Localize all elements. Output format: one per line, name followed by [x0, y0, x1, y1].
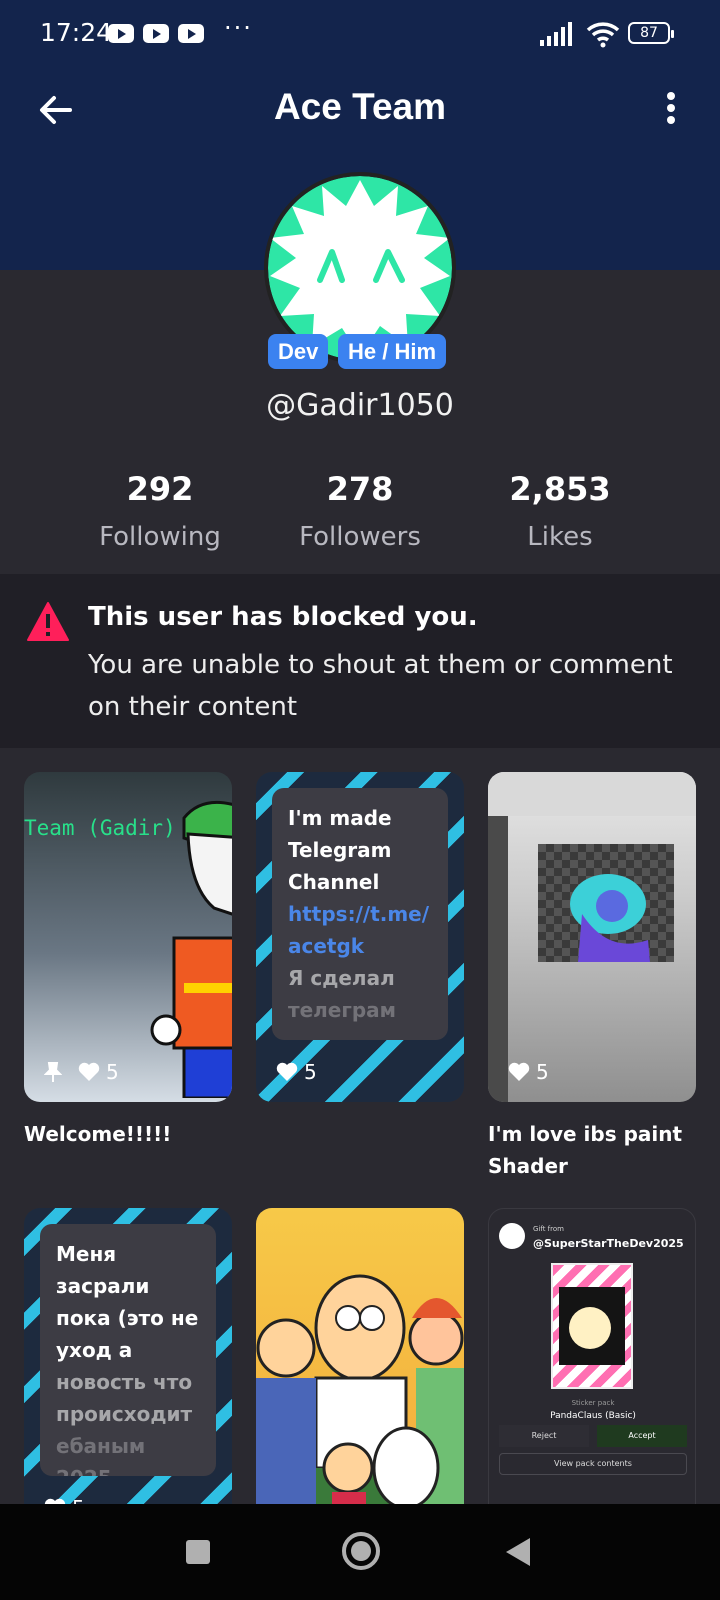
- shout-line: пока (это не: [56, 1306, 199, 1330]
- youtube-notification-icon: [178, 24, 204, 43]
- post-tile-shout[interactable]: Меня засрали пока (это не уход а новость…: [24, 1208, 232, 1538]
- post-likes: 5: [276, 1060, 317, 1084]
- pin-icon: [44, 1062, 62, 1082]
- sticker-pack-label: Sticker pack: [571, 1399, 615, 1407]
- avatar-image: [268, 176, 452, 360]
- shout-line: происходит: [56, 1402, 193, 1426]
- warning-icon: [27, 602, 69, 641]
- shout-line: уход а: [56, 1338, 133, 1362]
- post-tile-cartoon[interactable]: [256, 1208, 464, 1538]
- dev-badge: Dev: [268, 334, 329, 369]
- signal-icon: [540, 22, 572, 46]
- shout-line: Меня: [56, 1242, 117, 1266]
- post-likes: 5: [44, 1060, 119, 1084]
- reject-button[interactable]: Reject: [499, 1425, 589, 1447]
- like-count: 5: [304, 1060, 317, 1084]
- character-illustration: [150, 800, 232, 1098]
- gift-sender-name: @SuperStarTheDev2025: [533, 1237, 684, 1250]
- status-time: 17:24: [40, 18, 113, 47]
- shaded-character: [570, 874, 650, 962]
- page-title: Ace Team: [273, 86, 447, 127]
- likes-stat: 2,853 Likes: [470, 470, 650, 552]
- post-tile-ibis-paint[interactable]: 5: [488, 772, 696, 1102]
- followers-stat[interactable]: 278 Followers: [270, 470, 450, 552]
- followers-count: 278: [326, 470, 394, 508]
- like-count: 5: [536, 1060, 549, 1084]
- more-notifications-icon: ···: [224, 14, 253, 42]
- sticker-pack-name: PandaClaus (Basic): [550, 1411, 636, 1421]
- following-label: Following: [99, 522, 221, 552]
- shout-line: засрали: [56, 1274, 150, 1298]
- battery-icon: 87: [628, 22, 674, 44]
- shout-line: Telegram: [288, 838, 392, 862]
- recent-apps-button[interactable]: [186, 1540, 210, 1564]
- post-likes: 5: [508, 1060, 549, 1084]
- post-tile-gift[interactable]: Gift from @SuperStarTheDev2025 Sticker p…: [488, 1208, 696, 1538]
- system-back-button[interactable]: [506, 1538, 530, 1566]
- cartoon-family-image: [256, 1274, 464, 1538]
- following-stat[interactable]: 292 Following: [70, 470, 250, 552]
- status-bar: 17:24 ··· 87: [0, 0, 720, 70]
- post-tile-shout[interactable]: I'm made Telegram Channel https://t.me/ …: [256, 772, 464, 1102]
- post-caption: Welcome!!!!!: [24, 1122, 172, 1146]
- blocked-title: This user has blocked you.: [88, 602, 478, 632]
- heart-icon[interactable]: [508, 1062, 530, 1082]
- shout-line: Channel: [288, 870, 380, 894]
- youtube-notification-icon: [108, 24, 134, 43]
- gift-from-label: Gift from: [533, 1225, 564, 1233]
- battery-level: 87: [640, 25, 658, 41]
- shout-card: Меня засрали пока (это не уход а новость…: [40, 1224, 216, 1476]
- accept-button[interactable]: Accept: [597, 1425, 687, 1447]
- heart-icon[interactable]: [78, 1062, 100, 1082]
- shout-line: I'm made: [288, 806, 392, 830]
- editor-tool-column: [488, 816, 508, 1102]
- shout-link[interactable]: acetgk: [288, 930, 432, 962]
- heart-icon[interactable]: [276, 1062, 298, 1082]
- following-count: 292: [126, 470, 194, 508]
- followers-label: Followers: [299, 522, 421, 552]
- shout-line: ебаным 2025: [56, 1434, 146, 1476]
- like-count: 5: [106, 1060, 119, 1084]
- editor-toolbar: [488, 772, 696, 816]
- sticker-pack-image: [551, 1263, 633, 1389]
- youtube-notification-icon: [143, 24, 169, 43]
- shout-link[interactable]: https://t.me/: [288, 898, 432, 930]
- more-options-icon[interactable]: [660, 92, 682, 132]
- wifi-icon: [586, 22, 620, 48]
- pronoun-badge: He / Him: [338, 334, 447, 369]
- post-caption: I'm love ibs paint Shader: [488, 1122, 683, 1178]
- blocked-text: You are unable to shout at them or comme…: [88, 650, 673, 722]
- shout-card: I'm made Telegram Channel https://t.me/ …: [272, 788, 448, 1040]
- post-tile-welcome[interactable]: Team (Gadir) 5: [24, 772, 232, 1102]
- likes-count: 2,853: [509, 470, 611, 508]
- canvas-preview: [538, 844, 674, 962]
- gift-sender-avatar: [499, 1223, 525, 1249]
- shout-line: телеграм: [288, 998, 396, 1022]
- home-button[interactable]: [342, 1532, 380, 1570]
- shout-line: новость что: [56, 1370, 193, 1394]
- shout-line: Я сделал: [288, 966, 395, 990]
- username: @Gadir1050: [266, 388, 454, 423]
- view-pack-button[interactable]: View pack contents: [499, 1453, 687, 1475]
- blocked-notice: This user has blocked you. You are unabl…: [0, 574, 720, 748]
- likes-label: Likes: [527, 522, 593, 552]
